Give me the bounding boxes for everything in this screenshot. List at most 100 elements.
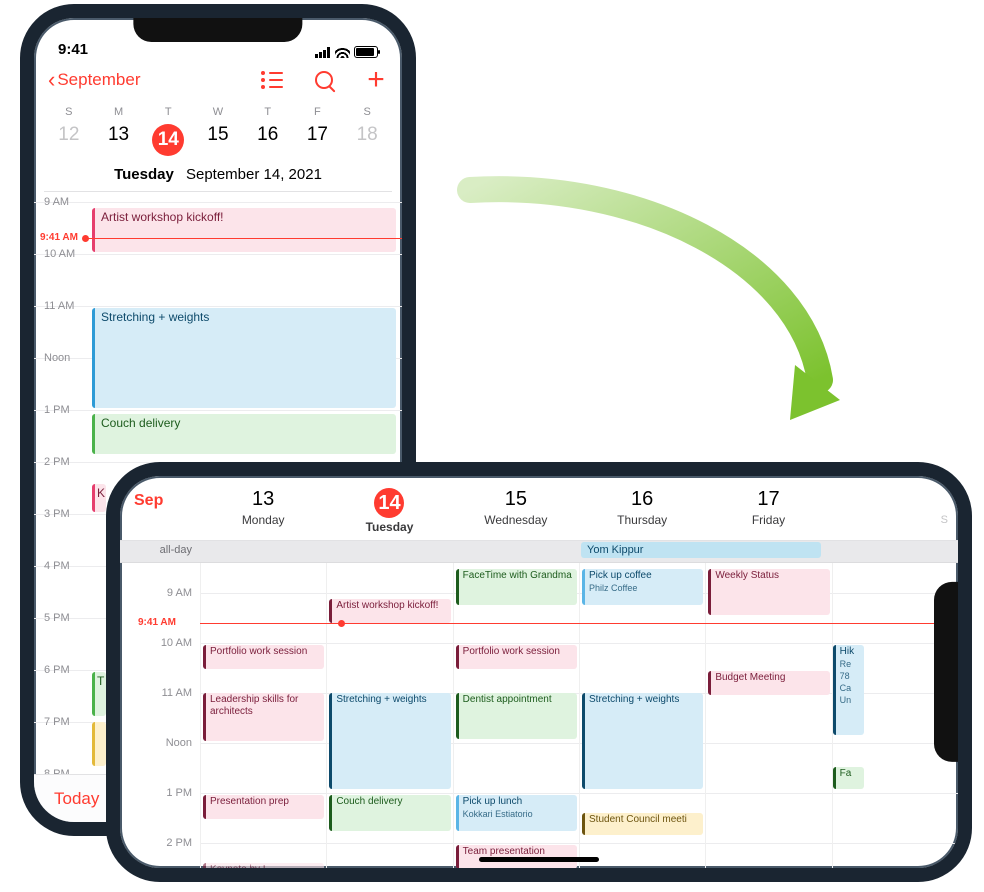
event[interactable]: Student Council meeti: [582, 813, 703, 835]
day-number[interactable]: 16: [243, 124, 293, 156]
day-letter: F: [293, 106, 343, 118]
weekday-name: Tuesday: [326, 520, 452, 534]
hour-label: 1 PM: [44, 404, 84, 416]
weekday-col[interactable]: 16 Thursday: [579, 488, 705, 540]
day-col-fri: Weekly Status Budget Meeting: [705, 563, 831, 882]
event[interactable]: Fa: [833, 767, 864, 789]
hour-label: 10 AM: [44, 248, 84, 260]
day-letter: S: [342, 106, 392, 118]
event[interactable]: Budget Meeting: [708, 671, 829, 695]
event[interactable]: Pick up lunch Kokkari Estiatorio: [456, 795, 577, 831]
event[interactable]: Portfolio work session: [203, 645, 324, 669]
day-letter: T: [143, 106, 193, 118]
weekday-num: 17: [705, 488, 831, 511]
add-event-button[interactable]: +: [364, 68, 388, 92]
day-col-wed: FaceTime with Grandma Portfolio work ses…: [453, 563, 579, 882]
status-indicators: [315, 46, 378, 58]
event-sub: Philz Coffee: [589, 582, 699, 594]
allday-label: all-day: [120, 541, 200, 562]
hour-label: 3 PM: [44, 508, 84, 520]
event-sub: Re 78 Ca Un: [840, 658, 860, 706]
hour-label: 2 PM: [44, 456, 84, 468]
weekday-col-sat[interactable]: [832, 488, 842, 540]
date-full: September 14, 2021: [186, 166, 322, 183]
now-indicator: [88, 238, 402, 239]
allday-row: all-day Yom Kippur: [120, 541, 958, 563]
day-numbers: 12 13 14 15 16 17 18: [44, 118, 392, 166]
day-number[interactable]: 13: [94, 124, 144, 156]
hour-label: 7 PM: [44, 716, 84, 728]
home-indicator: [479, 857, 599, 862]
event[interactable]: Presentation prep: [203, 795, 324, 819]
hour-label: Noon: [166, 737, 192, 749]
now-label: 9:41 AM: [40, 232, 78, 243]
event-title: Pick up coffee: [589, 570, 652, 581]
event-couch-delivery[interactable]: Couch delivery: [92, 414, 396, 454]
weekday-col[interactable]: 15 Wednesday: [453, 488, 579, 540]
cell-signal-icon: [315, 47, 331, 58]
times-column: 9 AM 9:41 AM 10 AM 11 AM Noon 1 PM 2 PM: [120, 563, 200, 882]
today-button[interactable]: Today: [54, 789, 99, 809]
weekday-name: Friday: [705, 513, 831, 527]
event[interactable]: Weekly Status: [708, 569, 829, 615]
event[interactable]: Artist workshop kickoff!: [329, 599, 450, 623]
week-timeline[interactable]: 9 AM 9:41 AM 10 AM 11 AM Noon 1 PM 2 PM …: [120, 563, 958, 882]
status-time: 9:41: [58, 41, 88, 58]
day-number[interactable]: 17: [293, 124, 343, 156]
event[interactable]: Keynote by L: [203, 863, 324, 881]
event[interactable]: Dentist appointment: [456, 693, 577, 739]
event[interactable]: Stretching + weights: [329, 693, 450, 789]
event-stretching[interactable]: Stretching + weights: [92, 308, 396, 408]
event[interactable]: FaceTime with Grandma: [456, 569, 577, 605]
rotation-arrow-icon: [440, 170, 860, 450]
week-header: Sep 13 Monday 14 Tuesday 15 Wednesday 16…: [120, 476, 958, 541]
weekday-num-selected: 14: [374, 488, 404, 518]
event-partial-t[interactable]: T: [92, 672, 106, 716]
weekday-name: Monday: [200, 513, 326, 527]
sat-hint: S: [941, 514, 948, 526]
now-label: 9:41 AM: [138, 617, 176, 628]
chevron-left-icon: ‹: [48, 67, 55, 93]
hour-label: 1 PM: [166, 787, 192, 799]
day-number[interactable]: 18: [342, 124, 392, 156]
day-number[interactable]: 15: [193, 124, 243, 156]
event-partial-k[interactable]: K: [92, 484, 106, 512]
search-icon: [315, 71, 333, 89]
event[interactable]: Stretching + weights: [582, 693, 703, 789]
hour-label: 6 PM: [44, 664, 84, 676]
weekday-col[interactable]: 13 Monday: [200, 488, 326, 540]
weekday-num: 15: [453, 488, 579, 511]
event[interactable]: Leadership skills for architects: [203, 693, 324, 741]
event[interactable]: Couch delivery: [329, 795, 450, 831]
hour-label: 4 PM: [44, 560, 84, 572]
date-heading: Tuesday September 14, 2021: [44, 166, 392, 192]
month-label[interactable]: Sep: [120, 488, 200, 540]
notch: [934, 582, 958, 762]
weekday-name: Wednesday: [453, 513, 579, 527]
event[interactable]: Portfolio work session: [456, 645, 577, 669]
week-strip: S M T W T F S 12 13 14 15 16 17 18 Tuesd…: [34, 102, 402, 192]
hour-label: 9 AM: [44, 196, 84, 208]
day-letter: T: [243, 106, 293, 118]
weekday-name: Thursday: [579, 513, 705, 527]
hour-label: 11 AM: [162, 687, 192, 699]
hour-label: Noon: [44, 352, 84, 364]
list-view-button[interactable]: [260, 68, 284, 92]
weekday-col-selected[interactable]: 14 Tuesday: [326, 488, 452, 540]
search-button[interactable]: [312, 68, 336, 92]
day-number[interactable]: 12: [44, 124, 94, 156]
event[interactable]: Hik Re 78 Ca Un: [833, 645, 864, 735]
day-col-mon: Portfolio work session Leadership skills…: [200, 563, 326, 882]
event-partial-yellow[interactable]: [92, 722, 106, 766]
day-col-sat: Hik Re 78 Ca Un Fa: [832, 563, 856, 882]
day-letters: S M T W T F S: [44, 102, 392, 118]
hour-label: 5 PM: [44, 612, 84, 624]
event-artist-workshop[interactable]: Artist workshop kickoff!: [92, 208, 396, 252]
event[interactable]: Pick up coffee Philz Coffee: [582, 569, 703, 605]
notch: [133, 18, 302, 42]
event-sub: Kokkari Estiatorio: [463, 808, 573, 820]
day-number-selected[interactable]: 14: [152, 124, 184, 156]
wifi-icon: [335, 47, 350, 58]
weekday-col[interactable]: 17 Friday: [705, 488, 831, 540]
back-button[interactable]: ‹ September: [48, 67, 141, 93]
